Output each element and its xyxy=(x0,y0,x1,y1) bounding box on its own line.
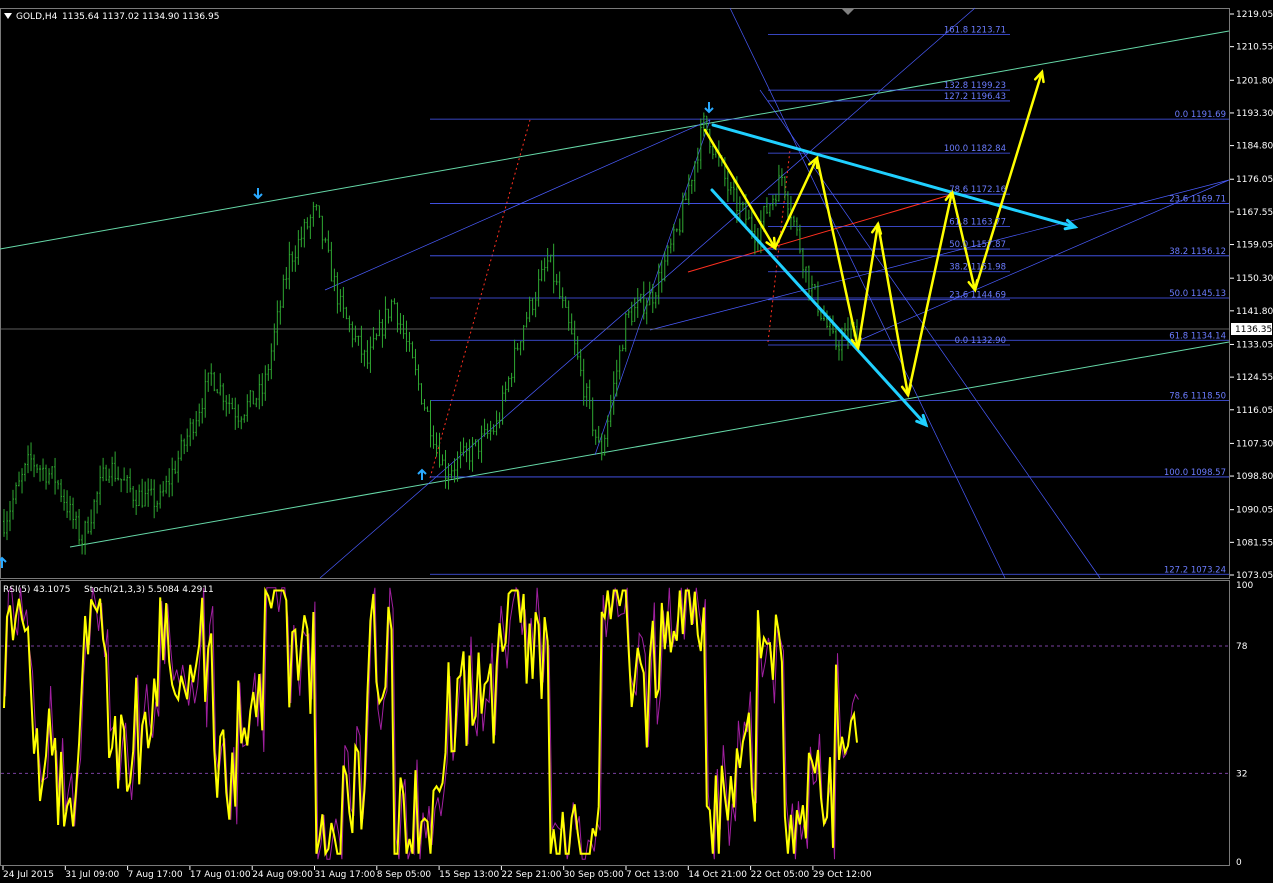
fib-ext-label: 132.8 1199.23 xyxy=(944,81,1006,91)
fib-ext-label: 23.6 1144.69 xyxy=(949,291,1006,301)
indicator-tick-label: 32 xyxy=(1236,769,1247,779)
price-candles xyxy=(3,112,858,555)
symbol-title: GOLD,H4 xyxy=(16,12,58,22)
chart-shift-marker-icon[interactable] xyxy=(842,9,854,15)
trend-line xyxy=(0,30,1230,250)
wave-arrow xyxy=(906,190,954,397)
fib-expansion-line xyxy=(429,119,531,479)
price-tick-label: 1141.80 xyxy=(1236,307,1273,317)
time-tick-label: 30 Sep 05:00 xyxy=(564,870,624,880)
price-tick-label: 1133.05 xyxy=(1236,340,1273,350)
time-tick-label: 17 Aug 01:00 xyxy=(190,870,251,880)
trading-chart[interactable]: 0.0 1191.69 23.6 1169.71 38.2 1156.12 50.0 … xyxy=(0,0,1273,883)
rsi-line xyxy=(3,586,858,857)
trend-line xyxy=(69,341,1230,548)
fib-level-label: 78.6 1118.50 xyxy=(1169,391,1226,401)
time-tick-label: 31 Jul 09:00 xyxy=(65,870,119,880)
price-tick-label: 1219.05 xyxy=(1236,10,1273,20)
price-tick-label: 1201.80 xyxy=(1236,76,1273,86)
stoch-header: Stoch(21,3,3) 5.5084 4.2911 xyxy=(84,585,214,595)
fib-ext-label: 50.0 1157.87 xyxy=(949,240,1006,250)
time-tick-label: 29 Oct 12:00 xyxy=(813,870,872,880)
price-tick-label: 1116.05 xyxy=(1236,406,1273,416)
fib-level-label: 127.2 1073.24 xyxy=(1164,565,1226,575)
time-tick-label: 31 Aug 17:00 xyxy=(315,870,376,880)
time-tick-label: 8 Sep 05:00 xyxy=(377,870,432,880)
fib-ext-label: 161.8 1213.71 xyxy=(944,26,1006,36)
time-tick-label: 24 Jul 2015 xyxy=(3,870,54,880)
time-tick-label: 22 Oct 05:00 xyxy=(751,870,810,880)
wave-arrow xyxy=(876,222,910,397)
price-tick-label: 1124.55 xyxy=(1236,373,1273,383)
fib-level-label: 23.6 1169.71 xyxy=(1169,195,1226,205)
time-tick-label: 15 Sep 13:00 xyxy=(439,870,499,880)
fib-ext-label: 38.2 1151.98 xyxy=(949,263,1006,273)
indicator-tick-label: 100 xyxy=(1236,581,1253,591)
price-tick-label: 1150.30 xyxy=(1236,274,1273,284)
axes: 1219.05 1210.55 1201.80 1193.30 1184.80 1176.… xyxy=(2,10,1273,880)
wave-arrow xyxy=(973,70,1044,292)
indicator-frame[interactable] xyxy=(0,580,1230,866)
fib-level-label: 0.0 1191.69 xyxy=(1175,110,1226,120)
fib-level-label: 38.2 1156.12 xyxy=(1169,247,1226,257)
fib-ext-label: 127.2 1196.43 xyxy=(944,92,1006,102)
fib-ext-label: 0.0 1132.90 xyxy=(955,336,1006,346)
fibonacci-labels: 0.0 1191.69 23.6 1169.71 38.2 1156.12 50.0 … xyxy=(944,26,1226,576)
trend-channels xyxy=(0,7,1230,579)
trend-line xyxy=(319,7,976,579)
current-price-label: 1136.35 xyxy=(1235,325,1272,335)
price-tick-label: 1098.80 xyxy=(1236,472,1273,482)
price-tick-label: 1081.55 xyxy=(1236,538,1273,548)
price-tick-label: 1159.05 xyxy=(1236,241,1273,251)
price-tick-label: 1107.30 xyxy=(1236,439,1273,449)
time-tick-label: 24 Aug 09:00 xyxy=(252,870,313,880)
indicator-tick-label: 0 xyxy=(1236,858,1242,868)
price-tick-label: 1073.05 xyxy=(1236,571,1273,581)
price-tick-label: 1176.05 xyxy=(1236,175,1273,185)
time-tick-label: 14 Oct 21:00 xyxy=(688,870,747,880)
fib-level-label: 50.0 1145.13 xyxy=(1169,289,1226,299)
wave-arrow xyxy=(703,128,777,250)
rsi-stoch-indicator xyxy=(1,586,1229,860)
price-tick-label: 1167.55 xyxy=(1236,208,1273,218)
analysis-drawings xyxy=(0,69,1079,568)
time-tick-label: 7 Oct 13:00 xyxy=(626,870,679,880)
price-tick-label: 1090.05 xyxy=(1236,506,1273,516)
ohlc-values: 1135.64 1137.02 1134.90 1136.95 xyxy=(62,12,219,22)
indicator-tick-label: 78 xyxy=(1236,642,1248,652)
fib-level-label: 61.8 1134.14 xyxy=(1169,331,1226,341)
price-tick-label: 1184.80 xyxy=(1236,142,1273,152)
fib-ext-label: 100.0 1182.84 xyxy=(944,144,1006,154)
fib-ext-label: 78.6 1172.16 xyxy=(949,185,1006,195)
fibonacci-levels xyxy=(430,34,1229,575)
fib-ext-label: 61.8 1163.77 xyxy=(949,217,1006,227)
price-tick-label: 1210.55 xyxy=(1236,43,1273,53)
wave-arrow xyxy=(773,156,819,250)
time-tick-label: 7 Aug 17:00 xyxy=(128,870,183,880)
wave-arrow xyxy=(815,156,860,350)
price-tick-label: 1193.30 xyxy=(1236,109,1273,119)
triangle-down-icon[interactable] xyxy=(4,13,12,19)
trend-line xyxy=(324,119,711,291)
time-tick-label: 22 Sep 21:00 xyxy=(501,870,561,880)
fib-level-label: 100.0 1098.57 xyxy=(1164,468,1226,478)
rsi-header: RSI(5) 43.1075 xyxy=(3,585,70,595)
main-chart-frame[interactable] xyxy=(0,8,1230,579)
